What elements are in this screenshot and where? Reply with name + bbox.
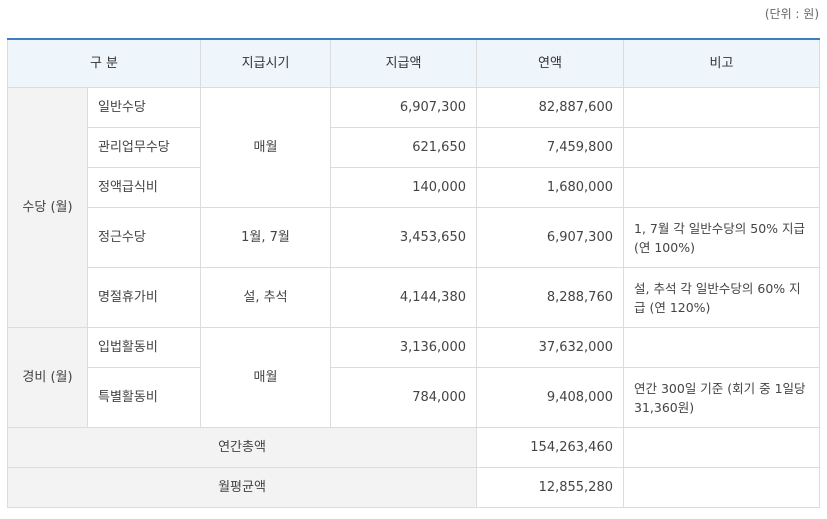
item-name: 정액급식비 <box>87 167 201 208</box>
header-annual-amount: 연액 <box>476 38 624 88</box>
payment-amount: 3,453,650 <box>330 207 477 268</box>
remark <box>623 327 820 368</box>
total-row: 월평균액 12,855,280 <box>7 467 820 508</box>
monthly-average-value: 12,855,280 <box>476 467 624 508</box>
item-name: 입법활동비 <box>87 327 201 368</box>
remark: 설, 추석 각 일반수당의 60% 지급 (연 120%) <box>623 267 820 328</box>
table-row: 경비 (월) 입법활동비 매월 3,136,000 37,632,000 <box>7 327 820 428</box>
table-row: 관리업무수당 621,650 7,459,800 <box>8 127 820 168</box>
payment-amount: 140,000 <box>330 167 477 208</box>
annual-amount: 82,887,600 <box>476 87 624 128</box>
remark <box>623 167 820 208</box>
header-payment-timing: 지급시기 <box>200 38 331 88</box>
annual-amount: 9,408,000 <box>476 367 624 428</box>
remark <box>623 127 820 168</box>
payment-timing: 1월, 7월 <box>200 207 331 268</box>
table-row: 수당 (월) 일반수당 매월 6,907,300 82,887,600 <box>7 87 820 328</box>
annual-amount: 8,288,760 <box>476 267 624 328</box>
table-header-row: 구 분 지급시기 지급액 연액 비고 <box>7 38 820 88</box>
payment-timing: 설, 추석 <box>200 267 331 328</box>
table-row: 특별활동비 784,000 9,408,000 연간 300일 기준 (회기 중… <box>8 367 820 428</box>
remark <box>623 87 820 128</box>
table-row: 정액급식비 140,000 1,680,000 <box>8 167 820 208</box>
header-remarks: 비고 <box>623 38 820 88</box>
table-row: 정근수당 1월, 7월 3,453,650 6,907,300 1, 7월 각 … <box>8 207 820 268</box>
annual-amount: 37,632,000 <box>476 327 624 368</box>
annual-amount: 6,907,300 <box>476 207 624 268</box>
annual-total-label: 연간총액 <box>7 427 477 468</box>
header-category: 구 분 <box>7 38 201 88</box>
item-name: 특별활동비 <box>87 367 201 428</box>
annual-amount: 1,680,000 <box>476 167 624 208</box>
remark <box>623 427 820 468</box>
unit-label: (단위 : 원) <box>764 7 819 21</box>
payment-timing: 매월 <box>200 87 331 208</box>
item-name: 일반수당 <box>87 87 201 128</box>
allowance-table: 구 분 지급시기 지급액 연액 비고 수당 (월) 일반수당 매월 6,907,… <box>7 38 820 508</box>
payment-amount: 621,650 <box>330 127 477 168</box>
payment-timing: 매월 <box>200 327 331 428</box>
table-row: 명절휴가비 설, 추석 4,144,380 8,288,760 설, 추석 각 … <box>8 267 820 328</box>
payment-amount: 6,907,300 <box>330 87 477 128</box>
annual-total-value: 154,263,460 <box>476 427 624 468</box>
monthly-average-label: 월평균액 <box>7 467 477 508</box>
header-payment-amount: 지급액 <box>330 38 477 88</box>
remark <box>623 467 820 508</box>
annual-amount: 7,459,800 <box>476 127 624 168</box>
item-name: 정근수당 <box>87 207 201 268</box>
remark: 1, 7월 각 일반수당의 50% 지급 (연 100%) <box>623 207 820 268</box>
payment-amount: 3,136,000 <box>330 327 477 368</box>
payment-amount: 4,144,380 <box>330 267 477 328</box>
group-allowance: 수당 (월) <box>7 87 88 328</box>
remark: 연간 300일 기준 (회기 중 1일당 31,360원) <box>623 367 820 428</box>
total-row: 연간총액 154,263,460 <box>7 427 820 468</box>
item-name: 명절휴가비 <box>87 267 201 328</box>
group-expense: 경비 (월) <box>7 327 88 428</box>
item-name: 관리업무수당 <box>87 127 201 168</box>
payment-amount: 784,000 <box>330 367 477 428</box>
